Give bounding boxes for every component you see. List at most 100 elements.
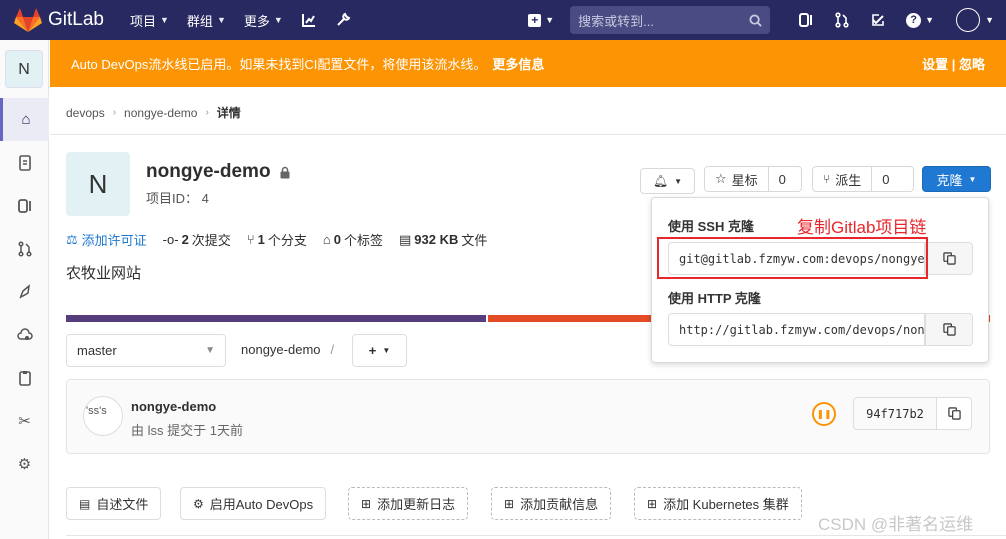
sidebar-item-home[interactable]: ⌂ bbox=[0, 98, 49, 141]
copy-icon bbox=[942, 252, 956, 265]
clone-button[interactable]: 克隆 ▼ bbox=[922, 166, 991, 192]
divider bbox=[66, 535, 1006, 536]
gear-icon: ⚙ bbox=[17, 455, 32, 473]
merge-requests-icon[interactable] bbox=[834, 12, 850, 28]
rocket-icon bbox=[18, 283, 30, 299]
chevron-right-icon: › bbox=[112, 107, 117, 118]
files-size: 932 KB bbox=[414, 232, 459, 247]
star-icon: ☆ bbox=[715, 171, 727, 186]
language-bar-segment bbox=[66, 315, 487, 322]
todos-icon[interactable] bbox=[870, 12, 886, 28]
plus-icon: + bbox=[528, 13, 542, 27]
http-url-input[interactable]: http://gitlab.fzmyw.com/devops/nongye-de… bbox=[668, 313, 925, 346]
repo-path: nongye-demo / bbox=[241, 342, 344, 357]
breadcrumb-item-project[interactable]: nongye-demo bbox=[124, 106, 197, 120]
chevron-down-icon: ▼ bbox=[160, 15, 169, 25]
brand[interactable]: GitLab bbox=[14, 7, 104, 33]
sidebar-item-settings[interactable]: ⚙ bbox=[0, 442, 49, 485]
main-menu: 项目 ▼ 群组 ▼ 更多 ▼ bbox=[130, 11, 369, 30]
cloud-gear-icon bbox=[16, 327, 33, 340]
breadcrumb-item-group[interactable]: devops bbox=[66, 106, 105, 120]
branches-label: 个分支 bbox=[267, 233, 307, 248]
gear-icon: ⚙ bbox=[193, 496, 204, 511]
star-label: 星标 bbox=[731, 172, 758, 188]
banner-more-link[interactable]: 更多信息 bbox=[492, 54, 544, 73]
plus-square-icon: ⊞ bbox=[504, 496, 515, 511]
readme-button[interactable]: ▤ 自述文件 bbox=[66, 487, 162, 520]
project-id: 项目ID： 4 bbox=[146, 191, 209, 206]
commit-sha[interactable]: 94f717b2 bbox=[853, 397, 937, 430]
star-button[interactable]: ☆ 星标 0 bbox=[704, 166, 802, 192]
help-icon[interactable]: ? ▼ bbox=[906, 12, 935, 28]
copy-sha-button[interactable] bbox=[936, 397, 972, 430]
menu-projects[interactable]: 项目 ▼ bbox=[130, 11, 169, 30]
fork-icon: ⑂ bbox=[823, 172, 831, 186]
add-kubernetes-button[interactable]: ⊞ 添加 Kubernetes 集群 bbox=[634, 487, 802, 520]
wrench-icon[interactable] bbox=[335, 12, 351, 28]
copy-ssh-button[interactable] bbox=[925, 242, 973, 275]
add-license-link[interactable]: ⚖ 添加许可证 bbox=[66, 230, 147, 249]
notification-dropdown[interactable]: 🔔︎ ▼ bbox=[640, 168, 695, 194]
search-icon bbox=[749, 13, 762, 27]
files-stat[interactable]: ▤ 932 KB 文件 bbox=[399, 230, 487, 249]
tags-stat[interactable]: ⌂ 0 个标签 bbox=[323, 230, 383, 249]
sidebar-item-snippets[interactable]: ✂ bbox=[0, 399, 49, 442]
gitlab-logo-icon bbox=[14, 8, 42, 32]
sidebar-item-issues[interactable] bbox=[0, 184, 49, 227]
chevron-down-icon: ▼ bbox=[382, 346, 391, 355]
enable-autodevops-button[interactable]: ⚙ 启用Auto DevOps bbox=[180, 487, 327, 520]
scale-icon: ⚖ bbox=[66, 231, 78, 247]
changelog-label: 添加更新日志 bbox=[377, 497, 456, 512]
add-changelog-button[interactable]: ⊞ 添加更新日志 bbox=[348, 487, 469, 520]
sidebar-project-avatar[interactable]: N bbox=[5, 50, 43, 88]
branch-selector[interactable]: master ▼ bbox=[66, 334, 226, 367]
commit-author-avatar[interactable]: 'ss's bbox=[83, 396, 123, 436]
commits-stat[interactable]: -o- 2 次提交 bbox=[163, 230, 231, 249]
sidebar-item-merge-requests[interactable] bbox=[0, 227, 49, 270]
chevron-down-icon: ▼ bbox=[545, 15, 555, 25]
sidebar-item-analytics[interactable] bbox=[0, 356, 49, 399]
banner-settings-link[interactable]: 设置 | 忽略 bbox=[922, 54, 985, 73]
star-count[interactable]: 0 bbox=[767, 167, 796, 191]
project-name: nongye-demo bbox=[146, 161, 271, 182]
chevron-down-icon: ▼ bbox=[674, 176, 683, 186]
add-contributing-button[interactable]: ⊞ 添加贡献信息 bbox=[491, 487, 612, 520]
repo-path-root[interactable]: nongye-demo bbox=[241, 342, 321, 357]
nav-right: + ▼ 搜索或转到... ? ▼ ▼ bbox=[528, 0, 1006, 40]
fork-button[interactable]: ⑂ 派生 0 bbox=[812, 166, 914, 192]
sidebar-item-cicd[interactable] bbox=[0, 270, 49, 313]
tags-label: 个标签 bbox=[343, 233, 383, 248]
annotation-text: 复制Gitlab项目链 bbox=[797, 218, 927, 237]
sidebar-item-repository[interactable] bbox=[0, 141, 49, 184]
analytics-icon[interactable] bbox=[301, 12, 317, 28]
branch-name: master bbox=[77, 343, 117, 358]
copy-icon bbox=[947, 407, 961, 420]
commit-meta: 由 lss 提交于 1天前 bbox=[131, 423, 243, 438]
add-license-label: 添加许可证 bbox=[81, 233, 147, 248]
add-file-dropdown[interactable]: + ▼ bbox=[352, 334, 407, 367]
plus-square-icon: ⊞ bbox=[361, 496, 372, 511]
chevron-down-icon: ▼ bbox=[925, 15, 935, 25]
scissors-icon: ✂ bbox=[18, 412, 31, 430]
pipeline-paused-icon[interactable]: ❚❚ bbox=[812, 402, 836, 426]
ssh-clone-title: 使用 SSH 克隆 bbox=[668, 219, 754, 234]
issues-icon[interactable] bbox=[798, 12, 814, 28]
project-stats: ⚖ 添加许可证 -o- 2 次提交 ⑂ 1 个分支 ⌂ 0 个标签 ▤ 932 KB 文件 bbox=[66, 230, 503, 249]
chevron-down-icon: ▼ bbox=[968, 174, 977, 184]
commit-title[interactable]: nongye-demo bbox=[131, 399, 216, 414]
user-avatar[interactable] bbox=[956, 8, 981, 32]
plus-square-icon: ⊞ bbox=[647, 496, 658, 511]
file-icon: ▤ bbox=[398, 231, 412, 247]
divider bbox=[50, 134, 1006, 135]
copy-icon bbox=[942, 323, 956, 336]
new-dropdown[interactable]: + ▼ bbox=[528, 13, 555, 27]
copy-http-button[interactable] bbox=[925, 313, 973, 346]
commits-count: 2 bbox=[181, 232, 189, 247]
search-input[interactable]: 搜索或转到... bbox=[570, 6, 771, 34]
branches-stat[interactable]: ⑂ 1 个分支 bbox=[247, 230, 307, 249]
autodevops-banner: Auto DevOps流水线已启用。如果未找到CI配置文件，将使用该流水线。 更… bbox=[50, 40, 1006, 87]
sidebar-item-operations[interactable] bbox=[0, 313, 49, 356]
menu-more[interactable]: 更多 ▼ bbox=[244, 11, 283, 30]
fork-count[interactable]: 0 bbox=[871, 167, 899, 191]
menu-groups[interactable]: 群组 ▼ bbox=[187, 11, 226, 30]
